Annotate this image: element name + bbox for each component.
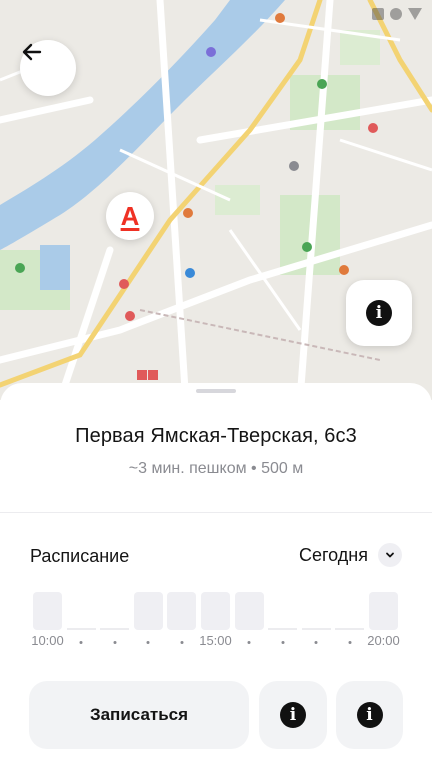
schedule-load-bar bbox=[66, 628, 96, 630]
time-axis-dot bbox=[247, 641, 251, 644]
info-icon: i bbox=[356, 702, 383, 728]
schedule-load-bar bbox=[369, 592, 398, 630]
time-axis-dot bbox=[281, 641, 285, 644]
office-address: Первая Ямская-Тверская, 6с3 bbox=[75, 425, 357, 447]
office-bottom-sheet: Первая Ямская-Тверская, 6с3 ~3 мин. пешк… bbox=[0, 383, 432, 768]
alfa-bank-logo-icon: А bbox=[120, 201, 140, 231]
schedule-time-axis: 10:00 15:00 20:00 bbox=[0, 633, 432, 653]
square-status-icon bbox=[372, 8, 384, 20]
schedule-load-bar bbox=[167, 592, 197, 630]
sheet-grabber[interactable] bbox=[196, 389, 236, 393]
circle-status-icon bbox=[390, 8, 402, 20]
book-appointment-label: Записаться bbox=[89, 705, 189, 724]
info-button-2[interactable]: i bbox=[336, 681, 403, 749]
triangle-status-icon bbox=[408, 8, 422, 20]
chevron-down-icon bbox=[378, 543, 402, 567]
divider bbox=[0, 512, 432, 513]
office-distance: ~3 мин. пешком • 500 м bbox=[128, 460, 304, 477]
time-axis-dot bbox=[79, 641, 83, 644]
schedule-title: Расписание bbox=[30, 546, 130, 566]
status-bar-icons bbox=[372, 8, 422, 20]
day-selector[interactable]: Сегодня bbox=[299, 543, 402, 567]
day-selector-label: Сегодня bbox=[299, 544, 368, 565]
time-axis-dot bbox=[348, 641, 352, 644]
schedule-load-bar bbox=[301, 628, 331, 630]
map-info-button[interactable]: i bbox=[346, 280, 412, 346]
info-button-1[interactable]: i bbox=[259, 681, 327, 749]
schedule-load-bar bbox=[201, 592, 230, 630]
time-axis-dot bbox=[180, 641, 184, 644]
schedule-load-bar bbox=[100, 628, 130, 630]
schedule-load-bar bbox=[268, 628, 298, 630]
time-axis-dot bbox=[314, 641, 318, 644]
bank-office-pin[interactable]: А bbox=[106, 192, 154, 240]
map-view[interactable]: А i bbox=[0, 0, 432, 400]
arrow-left-icon bbox=[22, 43, 42, 61]
schedule-load-bar bbox=[133, 592, 163, 630]
back-button[interactable] bbox=[20, 40, 76, 96]
book-appointment-button[interactable]: Записаться bbox=[29, 681, 249, 749]
time-axis-label: 20:00 bbox=[367, 633, 400, 648]
schedule-load-bar bbox=[33, 592, 62, 630]
time-axis-dot bbox=[113, 641, 117, 644]
time-axis-label: 15:00 bbox=[199, 633, 232, 648]
schedule-load-chart bbox=[33, 590, 399, 630]
schedule-load-bar bbox=[234, 592, 264, 630]
info-icon: i bbox=[280, 702, 306, 728]
time-axis-label: 10:00 bbox=[31, 633, 64, 648]
schedule-load-bar bbox=[335, 628, 365, 630]
info-icon: i bbox=[366, 300, 392, 326]
time-axis-dot bbox=[146, 641, 150, 644]
